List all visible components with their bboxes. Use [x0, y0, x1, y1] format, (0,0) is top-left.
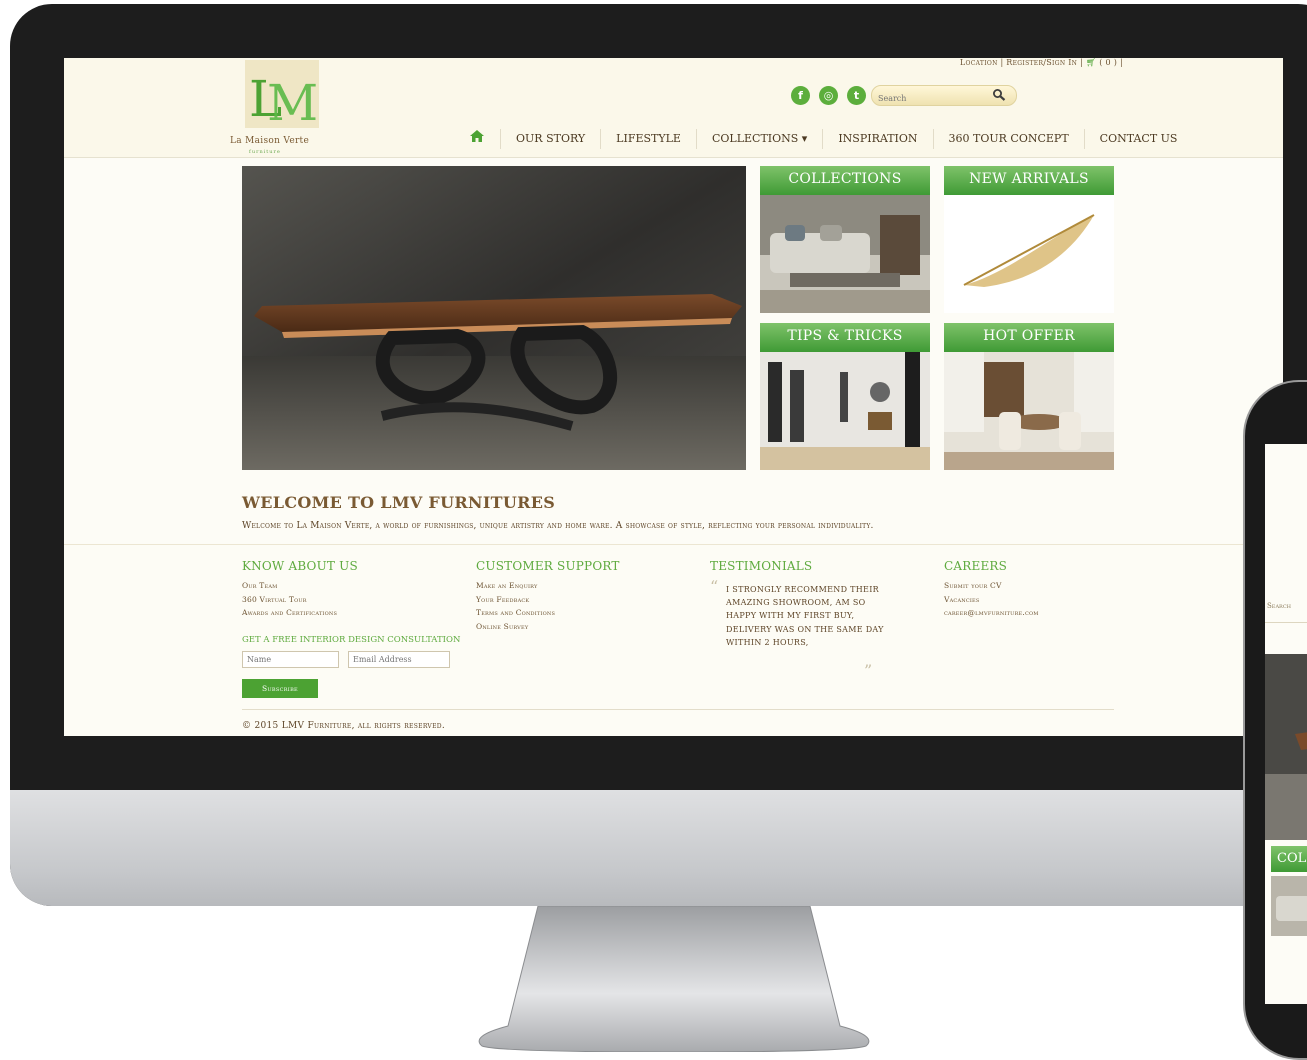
name-field[interactable]: [242, 651, 339, 668]
footer-link-enquiry[interactable]: Make an Enquiry: [476, 579, 620, 593]
nav-home[interactable]: [466, 129, 500, 149]
hallway-photo: [760, 352, 930, 470]
logo-name: La Maison Verte: [230, 136, 310, 146]
quote-close-icon: ”: [864, 661, 873, 680]
nav-collections[interactable]: COLLECTIONS ▾: [695, 129, 822, 149]
mobile-hero-photo: [1265, 654, 1307, 840]
golden-leaf-photo: [944, 195, 1114, 313]
consultation-title: GET A FREE INTERIOR DESIGN CONSULTATION: [242, 635, 461, 645]
logo-monogram-icon: L M: [249, 70, 318, 132]
welcome-text: Welcome to La Maison Verte, a world of f…: [242, 521, 874, 531]
footer-about: KNOW ABOUT US Our Team 360 Virtual Tour …: [242, 559, 358, 620]
footer-link-team[interactable]: Our Team: [242, 579, 358, 593]
footer-link-awards[interactable]: Awards and Certifications: [242, 606, 358, 620]
desktop-website: L M La Maison Verte furniture Location |…: [64, 58, 1283, 736]
testimonial-quote: I strongly recommend their amazing showr…: [726, 585, 884, 647]
footer-careers-title: CAREERS: [944, 559, 1008, 573]
top-links: Location | Register/Sign In | 🛒︎ ( 0 ) |: [960, 58, 1123, 67]
footer-link-terms[interactable]: Terms and Conditions: [476, 606, 620, 620]
welcome-title: WELCOME TO LMV FURNITURES: [242, 493, 556, 512]
site-logo[interactable]: L M: [245, 60, 319, 132]
mobile-tile-title: COL: [1277, 851, 1307, 866]
monitor-chin: [10, 790, 1307, 906]
footer-link-vacancies[interactable]: Vacancies: [944, 593, 1039, 607]
subscribe-button[interactable]: Subscribe: [242, 679, 318, 698]
tile-new-arrivals[interactable]: NEW ARRIVALS: [944, 166, 1114, 313]
nav-lifestyle[interactable]: LIFESTYLE: [600, 129, 696, 149]
hero-image[interactable]: [242, 166, 746, 470]
facebook-icon[interactable]: f: [791, 86, 810, 105]
nav-our-story[interactable]: OUR STORY: [500, 129, 600, 149]
footer-about-title: KNOW ABOUT US: [242, 559, 358, 573]
tile-hot-offer[interactable]: HOT OFFER: [944, 323, 1114, 470]
mobile-website: Search COL: [1265, 444, 1307, 1004]
footer-testimonials: TESTIMONIALS: [710, 559, 812, 579]
nav-contact[interactable]: CONTACT US: [1083, 129, 1193, 149]
top-links-text[interactable]: Location | Register/Sign In |: [960, 58, 1083, 67]
monitor-stand: [478, 906, 870, 1052]
tile-title: COLLECTIONS: [760, 166, 930, 195]
footer-link-feedback[interactable]: Your Feedback: [476, 593, 620, 607]
footer-support: CUSTOMER SUPPORT Make an Enquiry Your Fe…: [476, 559, 620, 633]
tile-tips-tricks[interactable]: TIPS & TRICKS: [760, 323, 930, 470]
search-icon[interactable]: [992, 88, 1006, 102]
dining-table-photo: [242, 166, 746, 470]
social-links: f ◎ t: [791, 86, 866, 105]
mobile-collections-photo: [1271, 876, 1307, 936]
footer-link-submit-cv[interactable]: Submit your CV: [944, 579, 1039, 593]
instagram-icon[interactable]: ◎: [819, 86, 838, 105]
footer-link-survey[interactable]: Online Survey: [476, 620, 620, 634]
svg-text:M: M: [267, 74, 318, 128]
site-header: L M La Maison Verte furniture Location |…: [64, 58, 1283, 158]
twitter-icon[interactable]: t: [847, 86, 866, 105]
monitor-frame: L M La Maison Verte furniture Location |…: [10, 4, 1307, 906]
footer-careers: CAREERS Submit your CV Vacancies career@…: [944, 559, 1039, 620]
tile-collections[interactable]: COLLECTIONS: [760, 166, 930, 313]
tile-title: HOT OFFER: [944, 323, 1114, 352]
footer-link-virtual-tour[interactable]: 360 Virtual Tour: [242, 593, 358, 607]
mobile-search-label[interactable]: Search: [1267, 602, 1291, 610]
nav-360-tour[interactable]: 360 TOUR CONCEPT: [932, 129, 1084, 149]
quote-open-icon: “: [710, 577, 719, 596]
phone-frame: Search COL: [1243, 380, 1307, 1060]
living-room-photo: [760, 195, 930, 313]
tile-title: NEW ARRIVALS: [944, 166, 1114, 195]
footer-testimonials-title: TESTIMONIALS: [710, 559, 813, 573]
footer-divider: [242, 709, 1114, 710]
cart-count[interactable]: ( 0 ) |: [1099, 58, 1123, 67]
main-nav: OUR STORY LIFESTYLE COLLECTIONS ▾ INSPIR…: [466, 127, 1192, 151]
home-icon: [470, 130, 484, 142]
cart-icon[interactable]: 🛒︎: [1086, 58, 1096, 67]
logo-tagline: furniture: [249, 149, 281, 155]
copyright-text: © 2015 LMV Furniture, all rights reserve…: [242, 721, 446, 731]
footer-link-email[interactable]: career@lmvfurniture.com: [944, 606, 1039, 620]
search-box: [871, 85, 1017, 107]
site-footer: KNOW ABOUT US Our Team 360 Virtual Tour …: [64, 544, 1283, 736]
tile-title: TIPS & TRICKS: [760, 323, 930, 352]
mobile-divider: [1265, 622, 1307, 623]
footer-support-title: CUSTOMER SUPPORT: [476, 559, 620, 573]
mobile-tile-collections[interactable]: COL: [1271, 846, 1307, 872]
search-input[interactable]: [872, 90, 988, 107]
dining-room-photo: [944, 352, 1114, 470]
nav-inspiration[interactable]: INSPIRATION: [822, 129, 932, 149]
email-field[interactable]: [348, 651, 450, 668]
